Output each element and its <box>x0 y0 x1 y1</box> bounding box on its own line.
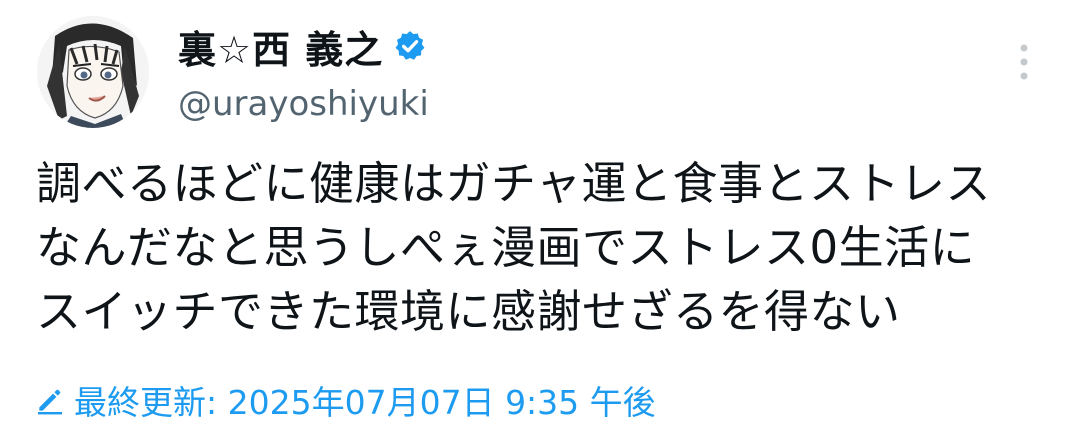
avatar-illustration-icon <box>37 16 149 128</box>
last-edited-label: 最終更新: 2025年07月07日 9:35 午後 <box>74 383 656 422</box>
last-edited-link[interactable]: 最終更新: 2025年07月07日 9:35 午後 <box>34 378 656 422</box>
more-vertical-icon <box>1020 44 1028 80</box>
tweet-text-line: スイッチできた環境に感謝せざるを得ない <box>36 285 901 338</box>
pencil-icon <box>34 384 66 416</box>
display-name[interactable]: 裏☆西 義之 <box>178 19 383 74</box>
tweet-text-line: なんだなと思うしぺぇ漫画でストレス0生活に <box>36 221 976 274</box>
tweet-text-line: 調べるほどに健康はガチャ運と食事とストレス <box>36 157 992 210</box>
more-options-button[interactable] <box>1010 42 1038 82</box>
tweet-text: 調べるほどに健康はガチャ運と食事とストレス なんだなと思うしぺぇ漫画でストレス0… <box>36 152 1056 344</box>
username[interactable]: @urayoshiyuki <box>178 84 429 124</box>
tweet-header: 裏☆西 義之 @urayoshiyuki <box>178 22 429 125</box>
verified-badge-icon <box>393 29 427 63</box>
avatar[interactable] <box>37 16 149 128</box>
display-name-row: 裏☆西 義之 <box>178 22 429 72</box>
